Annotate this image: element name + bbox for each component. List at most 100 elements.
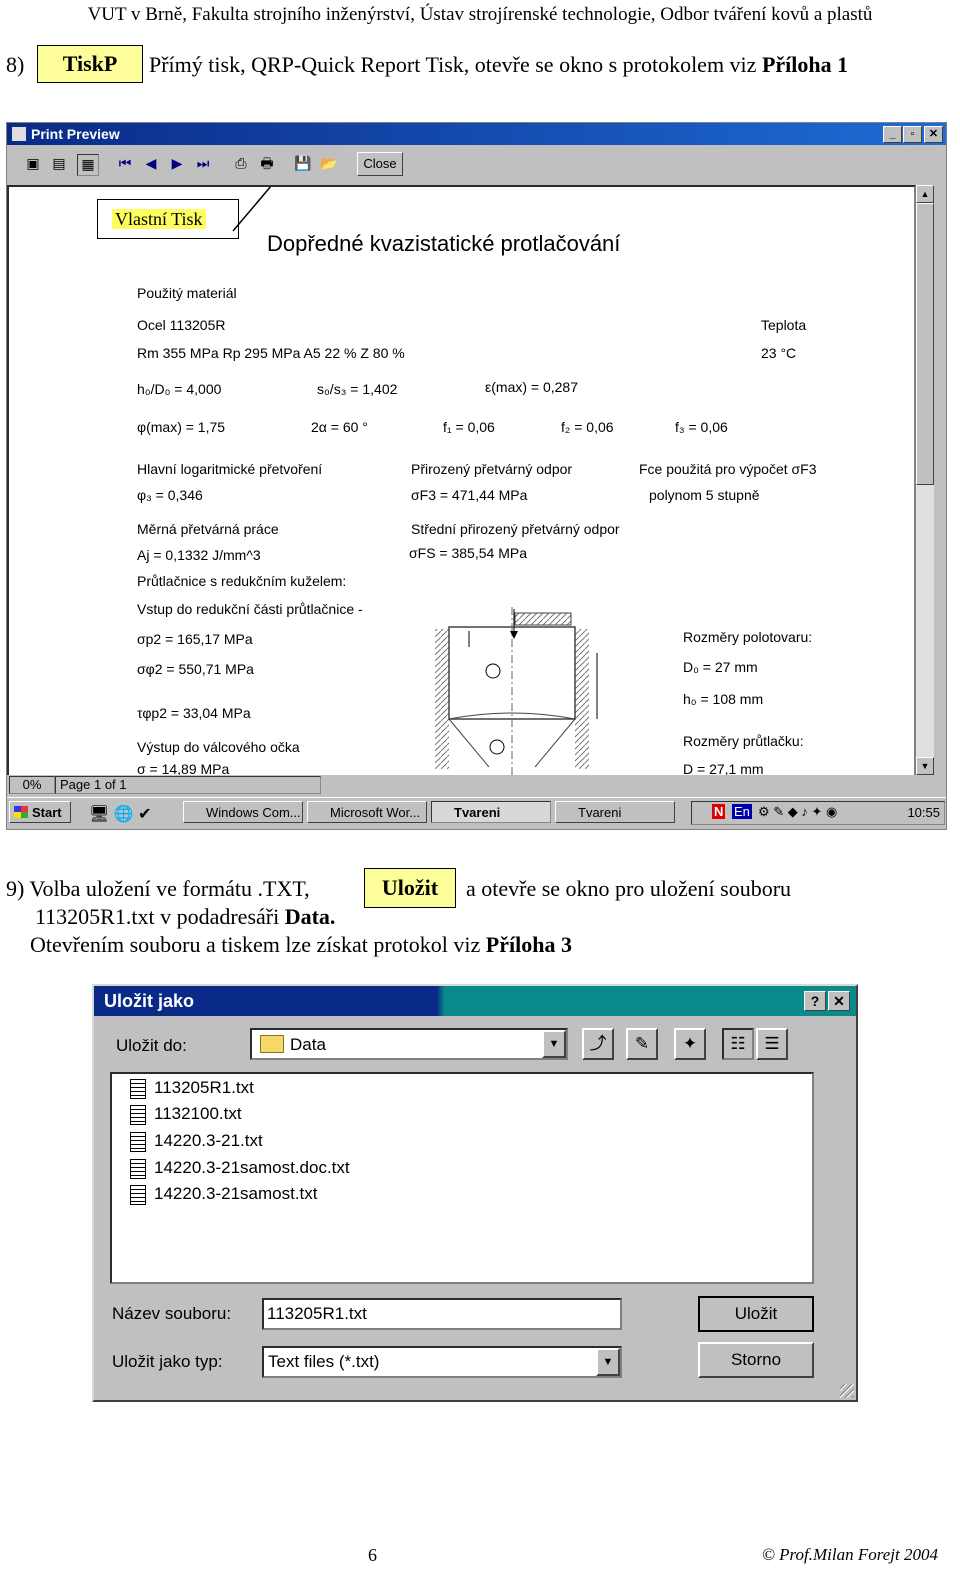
callout-arrow <box>232 187 272 232</box>
print-setup-icon[interactable]: ⎙ <box>231 154 251 174</box>
help-icon[interactable]: ? <box>804 991 826 1011</box>
dialog-close-icon[interactable]: ✕ <box>828 991 850 1011</box>
entry-label: Vstup do redukční části průtlačnice - <box>137 601 363 617</box>
vertical-scrollbar[interactable]: ▲ ▼ <box>916 185 934 775</box>
type-label: Uložit jako typ: <box>112 1352 223 1371</box>
tray-language-icon[interactable]: En <box>732 804 752 819</box>
maximize-icon[interactable]: ▫ <box>903 126 922 143</box>
doc-title: Dopředné kvazistatické protlačování <box>267 231 621 256</box>
list-item[interactable]: 14220.3-21samost.txt <box>130 1184 317 1205</box>
blank-label: Rozměry polotovaru: <box>683 629 813 645</box>
status-bar: 0% Page 1 of 1 <box>7 775 934 795</box>
text-file-icon <box>130 1078 146 1099</box>
file-type-value: Text files (*.txt) <box>268 1352 380 1371</box>
save-in-dropdown[interactable]: Data ▼ <box>250 1028 568 1060</box>
sig-p2: σp2 = 165,17 MPa <box>137 631 253 647</box>
preview-toolbar: ▣ ▤ ▦ ⏮ ◀ ▶ ⏭ ⎙ 🖶 💾 📂 Close <box>7 145 946 183</box>
phi3: φ₃ = 0,346 <box>137 487 203 503</box>
log-label: Hlavní logaritmické přetvoření <box>137 461 323 477</box>
step8-number: 8) <box>6 52 25 77</box>
taskbar: Start 🖥 🌐 ✔ Windows Com... Microsoft Wor… <box>7 797 946 828</box>
cancel-button[interactable]: Storno <box>698 1342 814 1378</box>
s0s3: s₀/s₃ = 1,402 <box>317 381 398 397</box>
start-button[interactable]: Start <box>9 801 71 823</box>
print-icon[interactable]: 🖶 <box>257 154 277 174</box>
list-item[interactable]: 14220.3-21samost.doc.txt <box>130 1158 350 1179</box>
text-file-icon <box>130 1184 146 1205</box>
minimize-icon[interactable]: _ <box>883 126 902 143</box>
save-as-dialog: Uložit jako ? ✕ Uložit do: Data ▼ ⤴ ✎ ✦ … <box>92 984 858 1402</box>
whole-page-icon[interactable]: ▣ <box>23 154 43 174</box>
step9-text-b: a otevře se okno pro uložení souboru <box>466 876 792 901</box>
new-folder-icon[interactable]: ✦ <box>674 1028 706 1060</box>
step9-line3: Otevřením souboru a tiskem lze získat pr… <box>30 932 572 957</box>
prev-page-icon[interactable]: ◀ <box>141 154 161 174</box>
tray-icons[interactable]: ⚙ ✎ ◆ ♪ ✦ ◉ <box>758 804 837 820</box>
chevron-down-icon[interactable]: ▼ <box>596 1348 620 1376</box>
temp-label: Teplota <box>761 317 807 333</box>
app-icon <box>12 127 26 141</box>
preview-titlebar: Print Preview _ ▫ ✕ <box>7 123 946 145</box>
list-item[interactable]: 14220.3-21.txt <box>130 1131 263 1152</box>
sigF3: σF3 = 471,44 MPa <box>411 487 528 503</box>
d0: D₀ = 27 mm <box>683 659 758 675</box>
page-header: VUT v Brně, Fakulta strojního inženýrstv… <box>87 4 873 25</box>
tau: τφp2 = 33,04 MPa <box>137 705 251 721</box>
mean-label: Střední přirozený přetvárný odpor <box>411 521 620 537</box>
f1: f₁ = 0,06 <box>443 419 495 435</box>
aj: Aj = 0,1332 J/mm^3 <box>137 547 261 563</box>
fce-label: Fce použitá pro výpočet σF3 <box>639 461 817 477</box>
filename-field[interactable]: 113205R1.txt <box>262 1298 622 1330</box>
step9-line2: 113205R1.txt v podadresáři Data. <box>35 904 336 929</box>
file-type-dropdown[interactable]: Text files (*.txt) ▼ <box>262 1346 622 1378</box>
scroll-thumb[interactable] <box>916 203 934 485</box>
resize-grip-icon[interactable] <box>840 1384 854 1398</box>
phimax: φ(max) = 1,75 <box>137 419 226 435</box>
list-item[interactable]: 1132100.txt <box>130 1104 242 1125</box>
steel-grade: Ocel 113205R <box>137 317 226 333</box>
list-view-icon[interactable]: ☷ <box>722 1028 754 1060</box>
text-file-icon <box>130 1131 146 1152</box>
die-label: Průtlačnice s redukčním kuželem: <box>137 573 347 589</box>
list-item[interactable]: 113205R1.txt <box>130 1078 254 1099</box>
tray-n-icon[interactable]: N <box>712 804 726 819</box>
tiskp-button: TiskP <box>37 45 143 83</box>
details-view-icon[interactable]: ☰ <box>756 1028 788 1060</box>
zoom-status: 0% <box>9 776 55 794</box>
extrusion-die-drawing <box>435 607 598 775</box>
save-icon[interactable]: 💾 <box>293 154 313 174</box>
material-label: Použitý materiál <box>137 285 237 301</box>
last-page-icon[interactable]: ⏭ <box>193 154 213 174</box>
scroll-down-icon[interactable]: ▼ <box>916 757 934 775</box>
chevron-down-icon[interactable]: ▼ <box>542 1030 566 1058</box>
up-folder-icon[interactable]: ⤴ <box>582 1028 614 1060</box>
sig-phi2: σφ2 = 550,71 MPa <box>137 661 254 677</box>
exit-label: Výstup do válcového očka <box>137 739 300 755</box>
close-icon[interactable]: ✕ <box>924 126 943 143</box>
next-page-icon[interactable]: ▶ <box>167 154 187 174</box>
save-button[interactable]: Uložit <box>698 1296 814 1332</box>
zoom-icon[interactable]: ▦ <box>77 154 99 176</box>
file-list[interactable]: 113205R1.txt 1132100.txt 14220.3-21.txt … <box>110 1072 814 1284</box>
poly: polynom 5 stupně <box>649 487 760 503</box>
alpha: 2α = 60 ° <box>311 419 368 435</box>
page-width-icon[interactable]: ▤ <box>49 154 69 174</box>
quicklaunch-icons[interactable]: 🖥 🌐 ✔ <box>89 804 152 824</box>
open-icon[interactable]: 📂 <box>319 154 339 174</box>
task-tvareni-active[interactable]: Tvareni <box>431 801 551 823</box>
desktop-icon[interactable]: ✎ <box>626 1028 658 1060</box>
vlastni-tisk-callout: Vlastní Tisk <box>97 199 239 239</box>
task-windows-commander[interactable]: Windows Com... <box>183 801 303 823</box>
task-tvareni[interactable]: Tvareni <box>555 801 675 823</box>
folder-name: Data <box>290 1035 326 1054</box>
windows-logo-icon <box>14 806 28 818</box>
step9-text-a: 9) Volba uložení ve formátu .TXT, <box>6 876 310 901</box>
scroll-up-icon[interactable]: ▲ <box>916 185 934 203</box>
material-props: Rm 355 MPa Rp 295 MPa A5 22 % Z 80 % <box>137 345 405 361</box>
preview-page: Vlastní Tisk Dopředné kvazistatické prot… <box>7 185 916 777</box>
first-page-icon[interactable]: ⏮ <box>115 154 135 174</box>
dialog-titlebar: Uložit jako ? ✕ <box>94 986 856 1016</box>
task-microsoft-word[interactable]: Microsoft Wor... <box>307 801 427 823</box>
page-number: 6 <box>368 1545 377 1565</box>
close-button[interactable]: Close <box>357 152 403 176</box>
